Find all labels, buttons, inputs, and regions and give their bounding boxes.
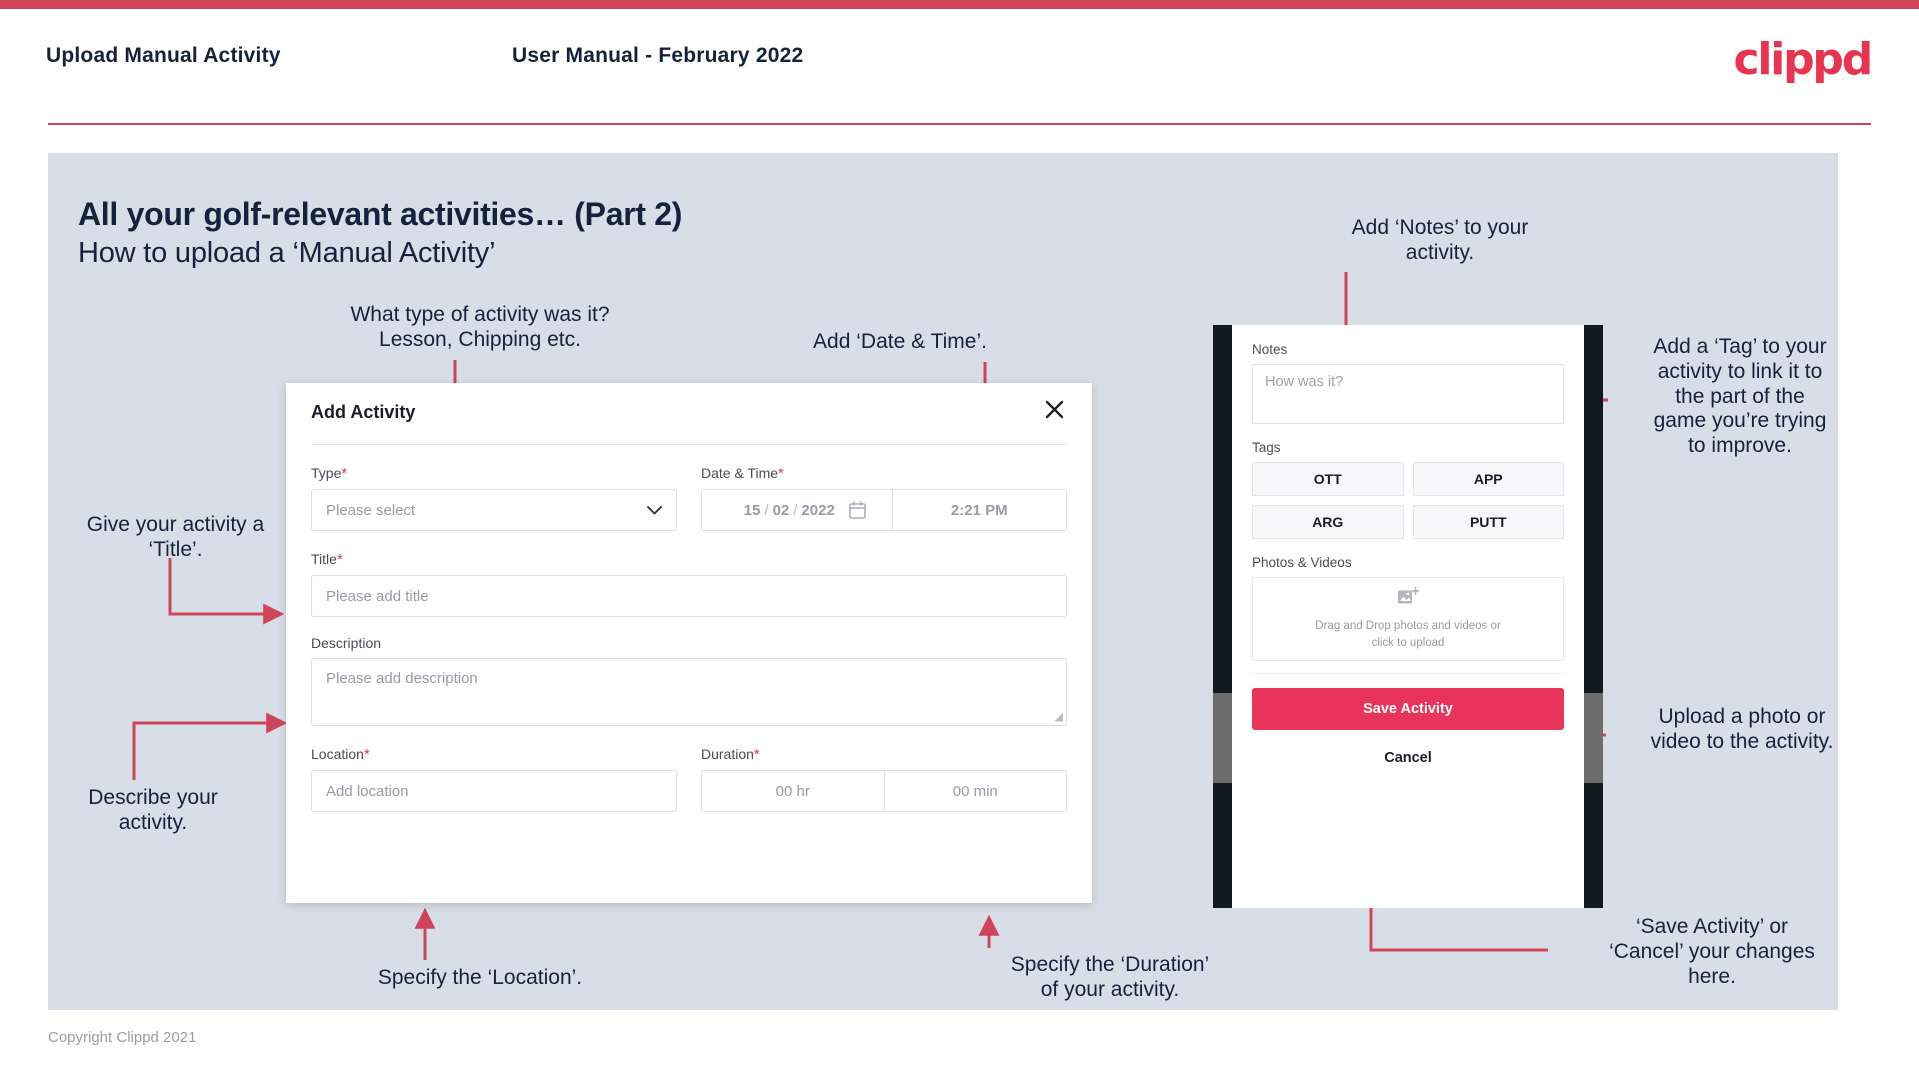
field-title-label: Title*: [311, 551, 1067, 568]
phone-left-edge: [1213, 325, 1232, 908]
tag-app[interactable]: APP: [1412, 462, 1564, 496]
tags-grid: OTT APP ARG PUTT: [1252, 462, 1564, 539]
row-location-duration: Location* Add location Duration* 00 hr 0…: [311, 746, 1067, 812]
title-input[interactable]: Please add title: [311, 575, 1067, 617]
phone-mockup: Notes How was it? Tags OTT APP ARG PUTT …: [1213, 325, 1603, 908]
notes-textarea[interactable]: How was it?: [1252, 364, 1564, 424]
required-marker: *: [336, 551, 343, 568]
phone-screen: Notes How was it? Tags OTT APP ARG PUTT …: [1232, 325, 1584, 908]
slide-root: Upload Manual Activity User Manual - Feb…: [0, 0, 1919, 1079]
copyright-text: Copyright Clippd 2021: [48, 1029, 197, 1046]
tag-arg[interactable]: ARG: [1252, 505, 1404, 539]
document-subtitle: User Manual - February 2022: [512, 44, 804, 67]
save-activity-button[interactable]: Save Activity: [1252, 688, 1564, 730]
dialog-body: Type* Please select Date & Time* 15 / 02…: [286, 445, 1092, 812]
description-placeholder: Please add description: [326, 670, 478, 687]
chevron-down-icon: [647, 502, 662, 519]
required-marker: *: [778, 465, 784, 482]
description-textarea[interactable]: Please add description ◢: [311, 658, 1067, 726]
field-datetime: Date & Time* 15 / 02 / 2022 2:21 PM: [701, 465, 1067, 531]
dialog-title: Add Activity: [311, 402, 416, 422]
field-datetime-label-text: Date & Time: [701, 465, 779, 481]
time-value: 2:21 PM: [950, 501, 1008, 519]
required-marker: *: [753, 746, 760, 763]
annotation-photos: Upload a photo or video to the activity.: [1650, 705, 1834, 753]
dropzone-text: Drag and Drop photos and videos or click…: [1315, 618, 1500, 651]
annotation-tags: Add a ‘Tag’ to your activity to link it …: [1653, 335, 1827, 458]
annotation-location: Specify the ‘Location’.: [377, 966, 583, 989]
tags-label: Tags: [1252, 440, 1281, 455]
duration-minutes-placeholder: 00 min: [952, 782, 998, 800]
title-input-placeholder: Please add title: [326, 587, 429, 605]
duration-hours-placeholder: 00 hr: [775, 782, 810, 800]
tag-ott[interactable]: OTT: [1252, 462, 1404, 496]
time-input[interactable]: 2:21 PM: [891, 490, 1067, 530]
page-title: Upload Manual Activity: [46, 44, 281, 67]
field-type: Type* Please select: [311, 465, 677, 531]
add-image-icon: [1397, 586, 1420, 612]
field-location-label: Location*: [311, 746, 677, 763]
photos-label: Photos & Videos: [1252, 555, 1352, 570]
field-duration: Duration* 00 hr 00 min: [701, 746, 1067, 812]
date-day: 15: [743, 501, 761, 519]
type-select-value: Please select: [326, 501, 416, 519]
required-marker: *: [341, 465, 348, 482]
slide-heading: All your golf-relevant activities… (Part…: [78, 196, 683, 232]
duration-hours-input[interactable]: 00 hr: [702, 771, 884, 811]
field-type-label-text: Type: [311, 465, 342, 481]
datetime-input-group: 15 / 02 / 2022 2:21 PM: [701, 489, 1067, 531]
dropzone-line-1: Drag and Drop photos and videos or: [1315, 619, 1501, 632]
annotation-duration: Specify the ‘Duration’ of your activity.: [1010, 953, 1210, 1001]
date-month: 02: [772, 501, 790, 519]
notes-placeholder: How was it?: [1265, 374, 1344, 390]
annotation-save-cancel: ‘Save Activity’ or ‘Cancel’ your changes…: [1609, 915, 1815, 988]
resize-grip-icon[interactable]: ◢: [1055, 712, 1063, 723]
date-input[interactable]: 15 / 02 / 2022: [702, 490, 892, 530]
field-description: Description Please add description ◢: [311, 635, 1067, 726]
tag-putt[interactable]: PUTT: [1412, 505, 1564, 539]
annotation-type: What type of activity was it? Lesson, Ch…: [350, 303, 610, 351]
location-input[interactable]: Add location: [311, 770, 677, 812]
field-duration-label: Duration*: [701, 746, 1067, 763]
location-placeholder: Add location: [326, 782, 409, 800]
field-description-label: Description: [311, 635, 1067, 651]
top-accent-bar: [0, 0, 1919, 9]
field-title-label-text: Title: [311, 551, 337, 567]
field-duration-label-text: Duration: [701, 746, 754, 762]
clippd-logo: clippd: [1733, 34, 1873, 85]
required-marker: *: [363, 746, 370, 763]
annotation-title: Give your activity a ‘Title’.: [86, 513, 265, 561]
field-description-label-text: Description: [311, 635, 382, 651]
phone-power-button: [1584, 693, 1603, 783]
date-sep-1: /: [764, 501, 769, 519]
field-datetime-label: Date & Time*: [701, 465, 1067, 482]
annotation-description: Describe your activity.: [88, 786, 218, 834]
phone-side-button: [1213, 693, 1232, 783]
date-year: 2022: [801, 501, 835, 519]
close-icon[interactable]: [1039, 394, 1069, 424]
annotation-datetime: Add ‘Date & Time’.: [813, 330, 987, 353]
dialog-header: Add Activity: [311, 383, 1067, 445]
type-select[interactable]: Please select: [311, 489, 677, 531]
phone-right-edge: [1584, 325, 1603, 908]
field-title: Title* Please add title: [311, 551, 1067, 617]
duration-minutes-input[interactable]: 00 min: [883, 771, 1067, 811]
field-location: Location* Add location: [311, 746, 677, 812]
annotation-notes: Add ‘Notes’ to your activity.: [1351, 216, 1529, 264]
phone-divider: [1252, 673, 1564, 674]
cancel-button[interactable]: Cancel: [1252, 750, 1564, 766]
add-activity-dialog: Add Activity Type* Please select Date & …: [286, 383, 1092, 903]
slide-subheading: How to upload a ‘Manual Activity’: [78, 237, 496, 269]
field-type-label: Type*: [311, 465, 677, 482]
row-type-datetime: Type* Please select Date & Time* 15 / 02…: [311, 465, 1067, 531]
field-location-label-text: Location: [311, 746, 364, 762]
date-sep-2: /: [793, 501, 798, 519]
header-divider: [48, 123, 1871, 125]
notes-label: Notes: [1252, 342, 1288, 357]
calendar-icon[interactable]: [848, 501, 866, 519]
dropzone-line-2: click to upload: [1371, 636, 1445, 649]
duration-input-group: 00 hr 00 min: [701, 770, 1067, 812]
photo-dropzone[interactable]: Drag and Drop photos and videos or click…: [1252, 577, 1564, 661]
